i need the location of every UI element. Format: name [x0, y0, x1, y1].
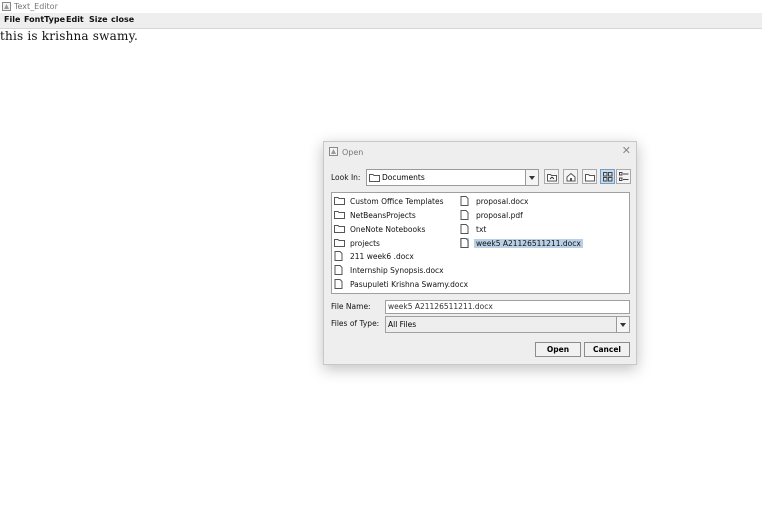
- menu-file[interactable]: File: [4, 15, 20, 24]
- file-type-label: Files of Type:: [331, 319, 380, 328]
- folder-icon: [334, 239, 345, 247]
- up-one-level-button[interactable]: [544, 169, 559, 184]
- file-name-input[interactable]: [386, 301, 626, 312]
- file-icon: [334, 265, 343, 275]
- open-button[interactable]: Open: [535, 342, 581, 357]
- home-icon: [566, 172, 576, 182]
- menu-size[interactable]: Size: [89, 15, 108, 24]
- file-list[interactable]: Custom Office Templates NetBeansProjects…: [331, 192, 630, 294]
- up-folder-icon: [547, 174, 557, 182]
- file-icon: [334, 251, 343, 261]
- dialog-app-icon: [329, 147, 338, 156]
- folder-icon: [369, 174, 380, 182]
- dialog-title: Open: [342, 148, 364, 157]
- file-name-label: File Name:: [331, 302, 371, 311]
- details-view-icon: [619, 172, 629, 181]
- menu-close[interactable]: close: [111, 15, 134, 24]
- menu-edit[interactable]: Edit: [66, 15, 84, 24]
- java-app-icon: [2, 2, 11, 11]
- new-folder-icon: [585, 174, 595, 182]
- list-view-button[interactable]: [600, 169, 615, 184]
- menu-fonttype[interactable]: FontType: [24, 15, 65, 24]
- look-in-label: Look In:: [331, 173, 361, 182]
- look-in-value: Documents: [382, 173, 425, 182]
- app-title: Text_Editor: [14, 2, 58, 11]
- cancel-button[interactable]: Cancel: [584, 342, 630, 357]
- look-in-combo[interactable]: Documents: [366, 169, 539, 186]
- open-dialog: Open ✕ Look In: Documents Custom Office …: [323, 141, 637, 365]
- folder-icon: [334, 197, 345, 205]
- dialog-titlebar[interactable]: Open ✕: [324, 142, 636, 162]
- app-titlebar: Text_Editor: [0, 0, 762, 13]
- dialog-close-icon[interactable]: ✕: [622, 145, 631, 156]
- file-icon: [460, 238, 469, 248]
- folder-icon: [334, 225, 345, 233]
- file-icon: [460, 210, 469, 220]
- editor-text-area[interactable]: this is krishna swamy.: [0, 29, 138, 43]
- file-icon: [460, 196, 469, 206]
- list-view-icon: [603, 172, 613, 182]
- chevron-down-icon[interactable]: [525, 170, 538, 185]
- menu-bar: File FontType Edit Size close: [0, 13, 762, 29]
- home-button[interactable]: [563, 169, 578, 184]
- new-folder-button[interactable]: [582, 169, 597, 184]
- file-icon: [460, 224, 469, 234]
- file-name-field-wrap: [385, 300, 630, 314]
- file-type-combo[interactable]: All Files: [385, 316, 630, 333]
- file-icon: [334, 279, 343, 289]
- chevron-down-icon[interactable]: [616, 317, 629, 332]
- folder-icon: [334, 211, 345, 219]
- details-view-button[interactable]: [616, 169, 631, 184]
- file-type-value: All Files: [388, 320, 417, 329]
